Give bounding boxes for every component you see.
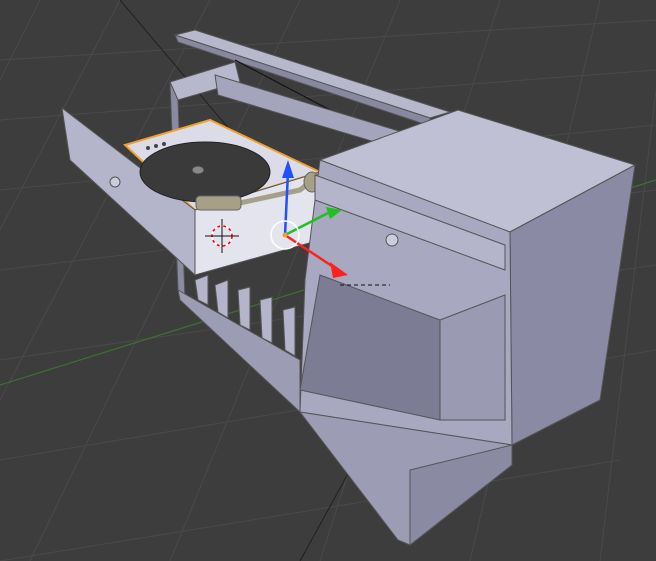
3d-viewport[interactable] — [0, 0, 656, 561]
cabinet-right-section[interactable] — [298, 109, 637, 547]
viewport-canvas[interactable] — [0, 0, 656, 561]
right-drawer-knob[interactable] — [385, 233, 399, 247]
gizmo-pivot — [282, 232, 288, 238]
camera-line — [299, 469, 351, 561]
platter-spindle — [191, 165, 205, 175]
turntable-drawer[interactable] — [61, 106, 323, 277]
turntable-platter[interactable] — [139, 141, 271, 203]
drawer-knob[interactable] — [109, 176, 121, 188]
tonearm-headshell[interactable] — [195, 195, 242, 211]
